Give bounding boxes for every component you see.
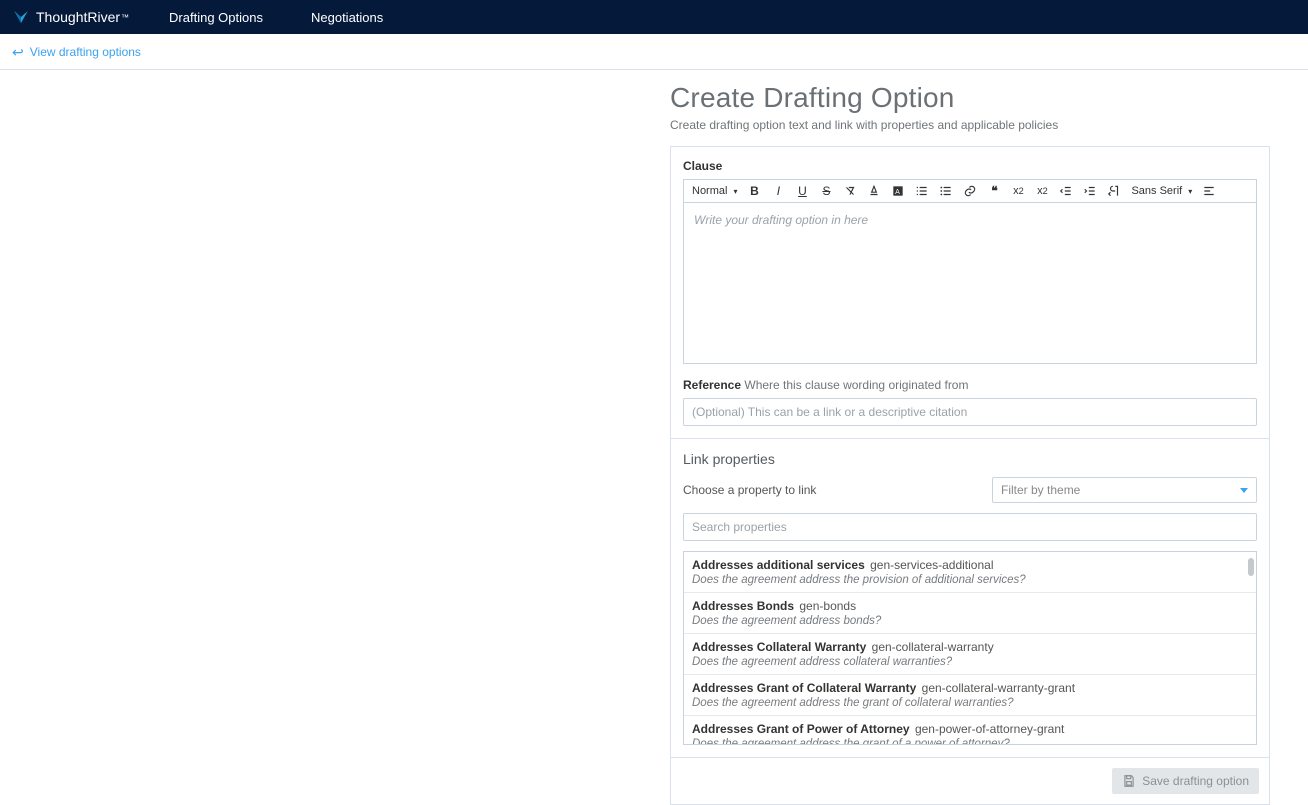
italic-icon[interactable]: I [771, 184, 785, 198]
save-drafting-option-button[interactable]: Save drafting option [1112, 768, 1259, 794]
outdent-icon[interactable] [1059, 184, 1073, 198]
form-footer: Save drafting option [670, 758, 1270, 805]
bold-icon[interactable]: B [747, 184, 761, 198]
superscript-icon[interactable]: x2 [1035, 184, 1049, 198]
clause-label: Clause [683, 159, 1257, 173]
reference-label: Reference [683, 378, 741, 392]
reference-input[interactable] [683, 398, 1257, 426]
rtl-icon[interactable] [1107, 184, 1121, 198]
page-title: Create Drafting Option [670, 82, 1270, 114]
filter-theme-select[interactable]: Filter by theme [992, 477, 1257, 503]
link-icon[interactable] [963, 184, 977, 198]
clear-format-icon[interactable] [843, 184, 857, 198]
bg-color-icon[interactable]: A [891, 184, 905, 198]
caret-icon: ▾ [1188, 187, 1192, 196]
caret-icon: ▾ [733, 187, 737, 196]
clause-card: Clause Normal ▾ B I U S A [670, 146, 1270, 439]
scrollbar-thumb[interactable] [1248, 558, 1254, 576]
save-icon [1122, 774, 1136, 788]
indent-icon[interactable] [1083, 184, 1097, 198]
font-select[interactable]: Sans Serif ▾ [1131, 185, 1192, 197]
underline-icon[interactable]: U [795, 184, 809, 198]
property-item[interactable]: Addresses Bonds gen-bonds Does the agree… [684, 593, 1256, 634]
properties-list: Addresses additional services gen-servic… [683, 551, 1257, 745]
property-item[interactable]: Addresses Grant of Collateral Warranty g… [684, 675, 1256, 716]
svg-text:A: A [896, 189, 901, 196]
subscript-icon[interactable]: x2 [1011, 184, 1025, 198]
properties-list-scroll[interactable]: Addresses additional services gen-servic… [684, 552, 1256, 744]
format-select-label: Normal [692, 185, 727, 197]
page-subtitle: Create drafting option text and link wit… [670, 118, 1270, 132]
brand-logo[interactable]: ThoughtRiver™ [12, 8, 129, 26]
quote-icon[interactable]: ❝ [987, 184, 1001, 198]
save-button-label: Save drafting option [1142, 774, 1249, 788]
property-item[interactable]: Addresses Collateral Warranty gen-collat… [684, 634, 1256, 675]
unordered-list-icon[interactable] [939, 184, 953, 198]
filter-theme-placeholder: Filter by theme [1001, 483, 1080, 497]
nav-negotiations[interactable]: Negotiations [311, 10, 383, 25]
format-select[interactable]: Normal ▾ [692, 185, 737, 197]
top-nav: ThoughtRiver™ Drafting Options Negotiati… [0, 0, 1308, 34]
richtext-editor: Normal ▾ B I U S A ❝ x2 [683, 179, 1257, 364]
choose-property-label: Choose a property to link [683, 483, 816, 497]
chevron-down-icon [1240, 488, 1248, 493]
reference-label-row: Reference Where this clause wording orig… [683, 378, 1257, 392]
logo-icon [12, 8, 30, 26]
property-item[interactable]: Addresses Grant of Power of Attorney gen… [684, 716, 1256, 744]
editor-textarea[interactable]: Write your drafting option in here [684, 203, 1256, 363]
link-properties-title: Link properties [683, 451, 1257, 467]
back-link-label: View drafting options [30, 45, 141, 59]
font-select-label: Sans Serif [1131, 185, 1182, 197]
nav-drafting-options[interactable]: Drafting Options [169, 10, 263, 25]
text-color-icon[interactable] [867, 184, 881, 198]
strike-icon[interactable]: S [819, 184, 833, 198]
breadcrumb-bar: ↩ View drafting options [0, 34, 1308, 70]
brand-name: ThoughtRiver [36, 9, 120, 25]
back-arrow-icon: ↩ [12, 45, 24, 59]
editor-toolbar: Normal ▾ B I U S A ❝ x2 [684, 180, 1256, 203]
link-properties-card: Link properties Choose a property to lin… [670, 439, 1270, 758]
back-link[interactable]: ↩ View drafting options [12, 45, 141, 59]
property-item[interactable]: Addresses additional services gen-servic… [684, 552, 1256, 593]
align-icon[interactable] [1202, 184, 1216, 198]
search-properties-input[interactable] [683, 513, 1257, 541]
ordered-list-icon[interactable] [915, 184, 929, 198]
